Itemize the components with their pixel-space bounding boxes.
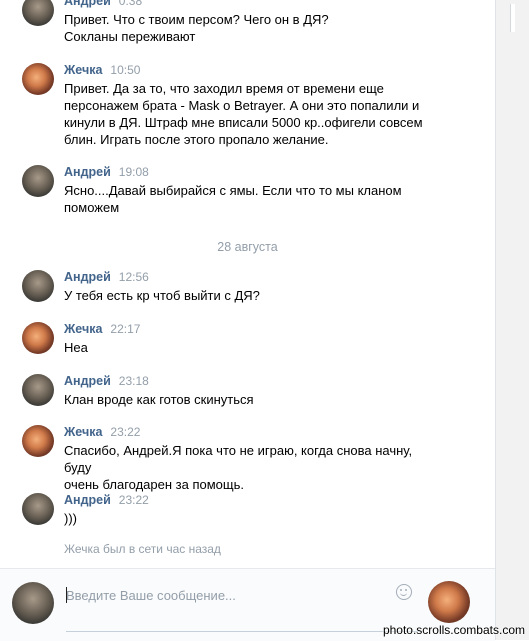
message-time: 23:22 xyxy=(110,425,141,439)
message-text: Клан вроде как готов скинуться xyxy=(64,392,254,407)
own-avatar[interactable] xyxy=(12,582,54,624)
avatar[interactable] xyxy=(22,165,54,197)
author-name[interactable]: Андрей 0:38 xyxy=(64,0,142,8)
message-text: Спасибо, Андрей.Я пока что не играю, ког… xyxy=(64,443,413,492)
author-name[interactable]: Жечка 22:17 xyxy=(64,322,140,336)
avatar[interactable] xyxy=(22,0,54,26)
message-history: Андрей 0:38 Привет. Что с твоим персом? Ч… xyxy=(0,0,495,568)
avatar[interactable] xyxy=(22,425,54,457)
message-time: 23:22 xyxy=(118,493,149,507)
scrollbar[interactable] xyxy=(495,0,529,640)
message-time: 10:50 xyxy=(110,63,141,77)
message-time: 23:18 xyxy=(118,374,149,388)
message-text: Неа xyxy=(64,340,88,355)
emoji-icon[interactable] xyxy=(396,584,412,600)
message-time: 22:17 xyxy=(110,322,141,336)
author-name[interactable]: Андрей 23:18 xyxy=(64,374,149,388)
date-separator: 28 августа xyxy=(217,240,278,254)
avatar[interactable] xyxy=(22,493,54,525)
author-name[interactable]: Жечка 10:50 xyxy=(64,63,140,77)
message-text: Ясно....Давай выбирайся с ямы. Если что … xyxy=(64,183,402,215)
message-time: 0:38 xyxy=(118,0,143,8)
watermark: photo.scrolls.combats.com xyxy=(382,623,525,637)
author-name[interactable]: Андрей 19:08 xyxy=(64,165,149,179)
avatar[interactable] xyxy=(22,322,54,354)
peer-avatar[interactable] xyxy=(428,581,470,623)
message-time: 19:08 xyxy=(118,165,149,179)
online-status-text: Жечка был в сети час назад xyxy=(64,542,221,556)
text-cursor xyxy=(66,587,67,603)
message-text: Привет. Да за то, что заходил время от в… xyxy=(64,81,423,147)
avatar[interactable] xyxy=(22,63,54,95)
message-text: У тебя есть кр чтоб выйти с ДЯ? xyxy=(64,288,260,303)
author-name[interactable]: Андрей 23:22 xyxy=(64,493,149,507)
message-text: Привет. Что с твоим персом? Чего он в ДЯ… xyxy=(64,12,329,44)
avatar[interactable] xyxy=(22,270,54,302)
avatar[interactable] xyxy=(22,374,54,406)
input-underline xyxy=(66,631,422,632)
message-text: ))) xyxy=(64,511,77,526)
message-time: 12:56 xyxy=(118,270,149,284)
message-input[interactable] xyxy=(66,583,416,607)
author-name[interactable]: Андрей 12:56 xyxy=(64,270,149,284)
author-name[interactable]: Жечка 23:22 xyxy=(64,425,140,439)
scrollbar-thumb[interactable] xyxy=(510,4,515,32)
